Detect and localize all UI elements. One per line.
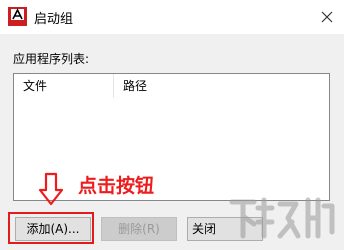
column-header-path[interactable]: 路径 bbox=[114, 74, 329, 98]
application-list-label: 应用程序列表: bbox=[13, 52, 90, 66]
watermark-logo bbox=[229, 197, 335, 239]
down-arrow-icon bbox=[38, 172, 64, 206]
startup-dialog: 启动组 应用程序列表: 文件 路径 点击按钮 添加(A)... 删除(R) 关闭 bbox=[0, 0, 344, 250]
title-bar[interactable]: 启动组 bbox=[0, 0, 344, 34]
column-header-file[interactable]: 文件 bbox=[14, 74, 114, 98]
remove-button[interactable]: 删除(R) bbox=[101, 217, 177, 241]
close-icon[interactable] bbox=[318, 8, 336, 26]
window-title: 启动组 bbox=[34, 12, 74, 27]
annotation-text: 点击按钮 bbox=[78, 175, 155, 197]
autocad-icon bbox=[8, 7, 27, 26]
highlight-box bbox=[8, 212, 94, 244]
